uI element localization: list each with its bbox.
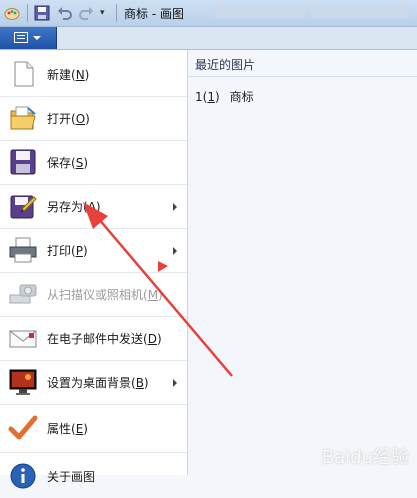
title-bar: ▾ 商标 - 画图 (0, 0, 417, 27)
blurred-region (215, 6, 305, 18)
file-menu-icon (14, 32, 28, 43)
ribbon-tab-strip (0, 27, 417, 50)
divider (0, 452, 187, 453)
menu-item-print[interactable]: 打印(P) (0, 228, 187, 272)
menu-item-open[interactable]: 打开(O) (0, 96, 187, 140)
chevron-down-icon (33, 36, 41, 40)
menu-item-label: 另存为(A) (47, 200, 101, 214)
paint-palette-icon[interactable] (4, 5, 20, 21)
menu-item-label: 设置为桌面背景(B) (47, 376, 149, 390)
open-folder-icon (10, 106, 36, 130)
recent-pictures-pane: 最近的图片 1(1) 商标 (188, 50, 417, 475)
menu-item-send-email[interactable]: 在电子邮件中发送(D) (0, 316, 187, 360)
menu-item-label: 新建(N) (47, 68, 90, 82)
menu-item-label: 属性(E) (47, 422, 88, 436)
menu-item-label: 关于画图 (47, 470, 96, 484)
window-title: 商标 - 画图 (124, 7, 184, 21)
separator (27, 4, 28, 22)
redo-icon[interactable] (78, 5, 94, 21)
file-menu-button[interactable] (0, 27, 57, 49)
undo-icon[interactable] (57, 5, 73, 21)
save-icon[interactable] (34, 5, 50, 21)
menu-item-new[interactable]: 新建(N) (0, 52, 187, 96)
submenu-arrow-icon (173, 379, 177, 387)
printer-icon (9, 237, 37, 263)
submenu-arrow-icon (173, 247, 177, 255)
save-icon (10, 149, 36, 175)
new-file-icon (14, 61, 34, 87)
recent-pictures-title: 最近的图片 (195, 58, 256, 72)
menu-item-label: 从扫描仪或照相机(M) (47, 288, 163, 302)
menu-item-label: 在电子邮件中发送(D) (47, 332, 162, 346)
menu-item-set-desktop-background[interactable]: 设置为桌面背景(B) (0, 360, 187, 404)
save-as-icon (10, 195, 37, 219)
info-icon (10, 463, 36, 489)
divider (188, 76, 417, 77)
menu-item-save-as[interactable]: 另存为(A) (0, 184, 187, 228)
menu-item-properties[interactable]: 属性(E) (0, 406, 187, 450)
scanner-camera-icon (9, 284, 37, 304)
checkmark-icon (8, 415, 38, 440)
divider (0, 404, 187, 405)
desktop-background-icon (9, 369, 37, 395)
menu-item-save[interactable]: 保存(S) (0, 140, 187, 184)
menu-item-label: 保存(S) (47, 156, 88, 170)
menu-item-about-paint[interactable]: 关于画图 (0, 454, 187, 498)
separator (116, 4, 117, 22)
menu-item-label: 打印(P) (47, 244, 88, 258)
menu-item-scanner-camera[interactable]: 从扫描仪或照相机(M) (0, 272, 187, 316)
application-menu: 新建(N) 打开(O) 保存(S) 另存为(A) 打印(P) 从扫描仪或照相机(… (0, 50, 188, 489)
recent-item-number: 1(1) (195, 90, 220, 104)
menu-item-label: 打开(O) (47, 112, 90, 126)
customize-chevron-icon[interactable]: ▾ (100, 8, 116, 24)
recent-item[interactable]: 1(1) 商标 (195, 88, 254, 105)
submenu-arrow-icon (173, 203, 177, 211)
recent-item-name: 商标 (229, 90, 254, 104)
email-icon (9, 330, 37, 348)
blurred-region (310, 6, 410, 18)
watermark: Baidu经验 (321, 447, 409, 468)
